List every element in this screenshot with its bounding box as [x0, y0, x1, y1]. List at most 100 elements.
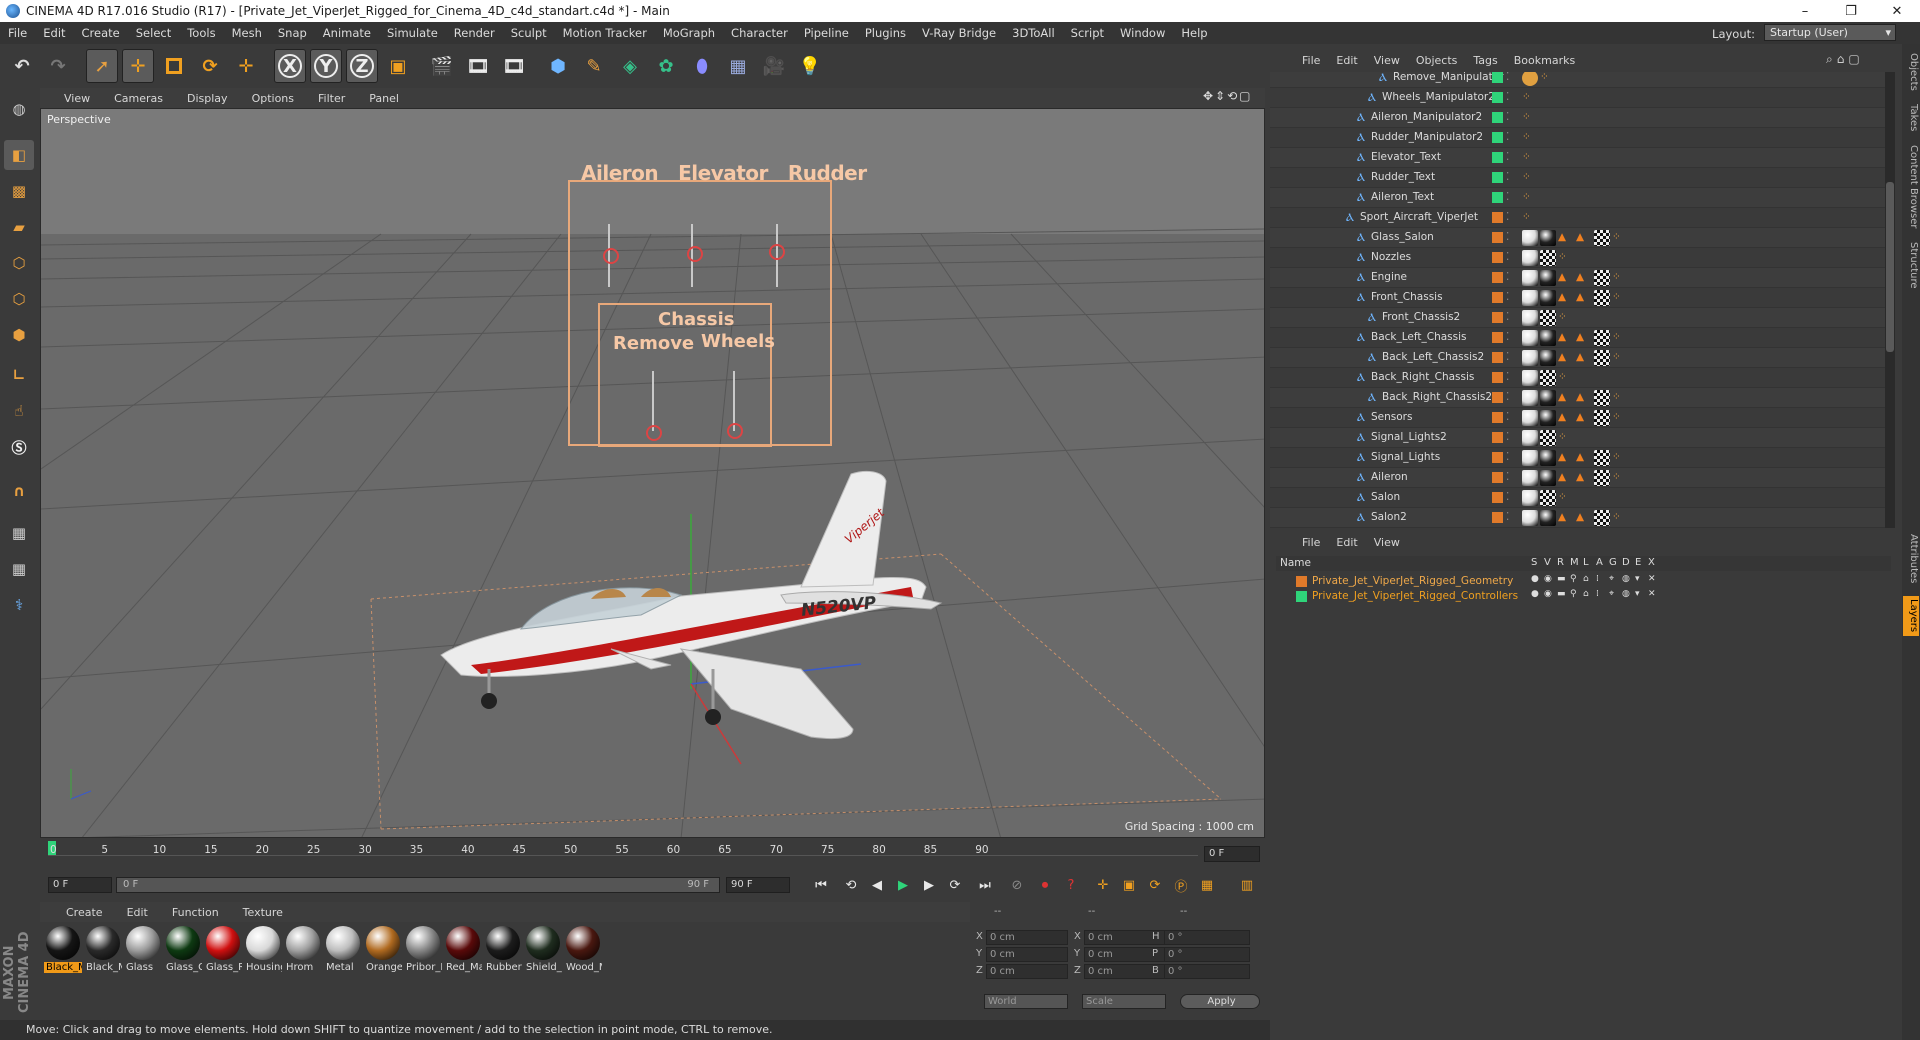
menu-mograph[interactable]: MoGraph	[655, 26, 723, 40]
constraint-tag-icon[interactable]: ⁘	[1540, 72, 1549, 83]
apply-button[interactable]: Apply	[1180, 994, 1260, 1009]
visibility-dots[interactable]: ⁚	[1506, 351, 1509, 363]
visibility-dots[interactable]: ⁚	[1506, 511, 1509, 523]
texture-tag-icon[interactable]	[1540, 490, 1556, 506]
coord-value-field[interactable]: 0 °	[1164, 930, 1250, 945]
move-tool-icon[interactable]: ✛	[122, 49, 154, 83]
material-tag-icon[interactable]	[1522, 390, 1538, 406]
triangle-tag-icon[interactable]: ▲	[1576, 391, 1584, 403]
texture-tag-icon[interactable]	[1594, 450, 1610, 466]
triangle-tag-icon[interactable]: ▲	[1558, 331, 1566, 343]
visibility-dots[interactable]: ⁚	[1506, 311, 1509, 323]
object-row[interactable]: Ⲁ Signal_Lights2 ⁚ ⁘	[1270, 428, 1885, 448]
constraint-tag-icon[interactable]: ⁘	[1612, 391, 1621, 403]
object-row[interactable]: Ⲁ Salon2 ⁚ ▲ ▲ ⁘	[1270, 508, 1885, 528]
selection-arrow-icon[interactable]: ➚	[86, 49, 118, 83]
layer-toggle-icon[interactable]: ✕	[1648, 574, 1656, 584]
current-frame-field[interactable]: 0 F	[1204, 846, 1260, 862]
texture-tag-icon[interactable]	[1594, 290, 1610, 306]
layer-toggle-icon[interactable]: ⁞	[1596, 574, 1599, 584]
menu-script[interactable]: Script	[1063, 26, 1112, 40]
viewport-nav-icons[interactable]: ✥⇕⟲▢	[1203, 89, 1253, 103]
points-mode-icon[interactable]: ⬡	[4, 248, 34, 278]
step-back-icon[interactable]: ◀	[866, 874, 888, 896]
object-menu-edit[interactable]: Edit	[1328, 54, 1365, 67]
material-tag-icon[interactable]	[1540, 450, 1556, 466]
menu-edit[interactable]: Edit	[35, 26, 73, 40]
object-row[interactable]: Ⲁ Rudder_Manipulator2 ⁚ ⁘	[1270, 128, 1885, 148]
object-manager-search-icon[interactable]: ⌕⌂▢	[1826, 52, 1864, 67]
visibility-dots[interactable]: ⁚	[1506, 91, 1509, 103]
workplane-lock-icon[interactable]: ▦	[4, 518, 34, 548]
constraint-tag-icon[interactable]: ⁘	[1612, 471, 1621, 483]
layer-toggle-icon[interactable]: ✕	[1648, 589, 1656, 599]
material-menu-create[interactable]: Create	[52, 906, 113, 919]
previous-keyframe-icon[interactable]: ⟲	[840, 874, 862, 896]
layer-toggle-icon[interactable]: ⚲	[1570, 589, 1577, 599]
constraint-tag-icon[interactable]: ⁘	[1612, 271, 1621, 283]
rotation-key-icon[interactable]: ⟳	[1144, 874, 1166, 896]
menu-motion-tracker[interactable]: Motion Tracker	[555, 26, 655, 40]
viewport-menu-display[interactable]: Display	[175, 92, 240, 105]
material-swatch[interactable]: Wood_M	[564, 924, 610, 984]
layer-menu-edit[interactable]: Edit	[1328, 536, 1365, 549]
undo-icon[interactable]: ↶	[6, 49, 38, 83]
material-tag-icon[interactable]	[1540, 470, 1556, 486]
minimize-button[interactable]: –	[1782, 0, 1828, 22]
cube-icon[interactable]: ⬢	[542, 49, 574, 83]
triangle-tag-icon[interactable]: ▲	[1558, 351, 1566, 363]
visibility-dots[interactable]: ⁚	[1506, 231, 1509, 243]
viewport-menu-view[interactable]: View	[52, 92, 102, 105]
texture-tag-icon[interactable]	[1540, 430, 1556, 446]
pen-spline-icon[interactable]: ✎	[578, 49, 610, 83]
material-tag-icon[interactable]	[1522, 510, 1538, 526]
material-tag-icon[interactable]	[1540, 350, 1556, 366]
magnet-snap-icon[interactable]: ∩	[4, 476, 34, 506]
object-row[interactable]: Ⲁ Front_Chassis ⁚ ▲ ▲ ⁘	[1270, 288, 1885, 308]
next-keyframe-icon[interactable]: ⟳	[944, 874, 966, 896]
layer-toggle-icon[interactable]: ▾	[1635, 574, 1640, 584]
object-row[interactable]: Ⲁ Signal_Lights ⁚ ▲ ▲ ⁘	[1270, 448, 1885, 468]
texture-tag-icon[interactable]	[1594, 510, 1610, 526]
material-tag-icon[interactable]	[1522, 250, 1538, 266]
menu-create[interactable]: Create	[74, 26, 128, 40]
side-tab-attributes[interactable]: Attributes	[1903, 534, 1919, 584]
object-row[interactable]: Ⲁ Aileron_Manipulator2 ⁚ ⁘	[1270, 108, 1885, 128]
layer-toggle-icon[interactable]: ▬	[1557, 589, 1566, 599]
texture-tag-icon[interactable]	[1594, 350, 1610, 366]
viewport-menu-panel[interactable]: Panel	[357, 92, 411, 105]
menu-plugins[interactable]: Plugins	[857, 26, 914, 40]
menu-select[interactable]: Select	[128, 26, 179, 40]
coord-mode-dropdown[interactable]: Scale	[1082, 994, 1166, 1009]
constraint-tag-icon[interactable]: ⁘	[1612, 331, 1621, 343]
material-tag-icon[interactable]	[1522, 470, 1538, 486]
make-editable-icon[interactable]: ◍	[4, 94, 34, 124]
constraint-tag-icon[interactable]: ⁘	[1612, 411, 1621, 423]
coord-value-field[interactable]: 0 °	[1164, 947, 1250, 962]
visibility-dots[interactable]: ⁚	[1506, 331, 1509, 343]
triangle-tag-icon[interactable]: ▲	[1558, 231, 1566, 243]
constraint-tag-icon[interactable]: ⁘	[1522, 191, 1531, 203]
go-to-end-icon[interactable]: ⏭	[974, 874, 996, 896]
record-keys-icon[interactable]: ⊘	[1006, 874, 1028, 896]
visibility-dots[interactable]: ⁚	[1506, 451, 1509, 463]
array-icon[interactable]: ✿	[650, 49, 682, 83]
texture-tag-icon[interactable]	[1540, 250, 1556, 266]
visibility-dots[interactable]: ⁚	[1506, 72, 1509, 83]
triangle-tag-icon[interactable]: ▲	[1576, 471, 1584, 483]
menu-mesh[interactable]: Mesh	[224, 26, 270, 40]
object-row[interactable]: Ⲁ Back_Left_Chassis ⁚ ▲ ▲ ⁘	[1270, 328, 1885, 348]
object-menu-objects[interactable]: Objects	[1408, 54, 1466, 67]
constraint-tag-icon[interactable]: ⁘	[1612, 231, 1621, 243]
object-row[interactable]: Ⲁ Engine ⁚ ▲ ▲ ⁘	[1270, 268, 1885, 288]
material-tag-icon[interactable]	[1522, 270, 1538, 286]
constraint-tag-icon[interactable]: ⁘	[1612, 351, 1621, 363]
visibility-dots[interactable]: ⁚	[1506, 111, 1509, 123]
triangle-tag-icon[interactable]: ▲	[1576, 451, 1584, 463]
constraint-tag-icon[interactable]: ⁘	[1522, 91, 1531, 103]
object-row[interactable]: Ⲁ Back_Right_Chassis ⁚ ⁘	[1270, 368, 1885, 388]
menu-tools[interactable]: Tools	[179, 26, 223, 40]
constraint-tag-icon[interactable]: ⁘	[1558, 251, 1567, 263]
coord-value-field[interactable]: 0 cm	[986, 964, 1068, 979]
layer-name[interactable]: Private_Jet_ViperJet_Rigged_Geometry	[1312, 575, 1513, 587]
